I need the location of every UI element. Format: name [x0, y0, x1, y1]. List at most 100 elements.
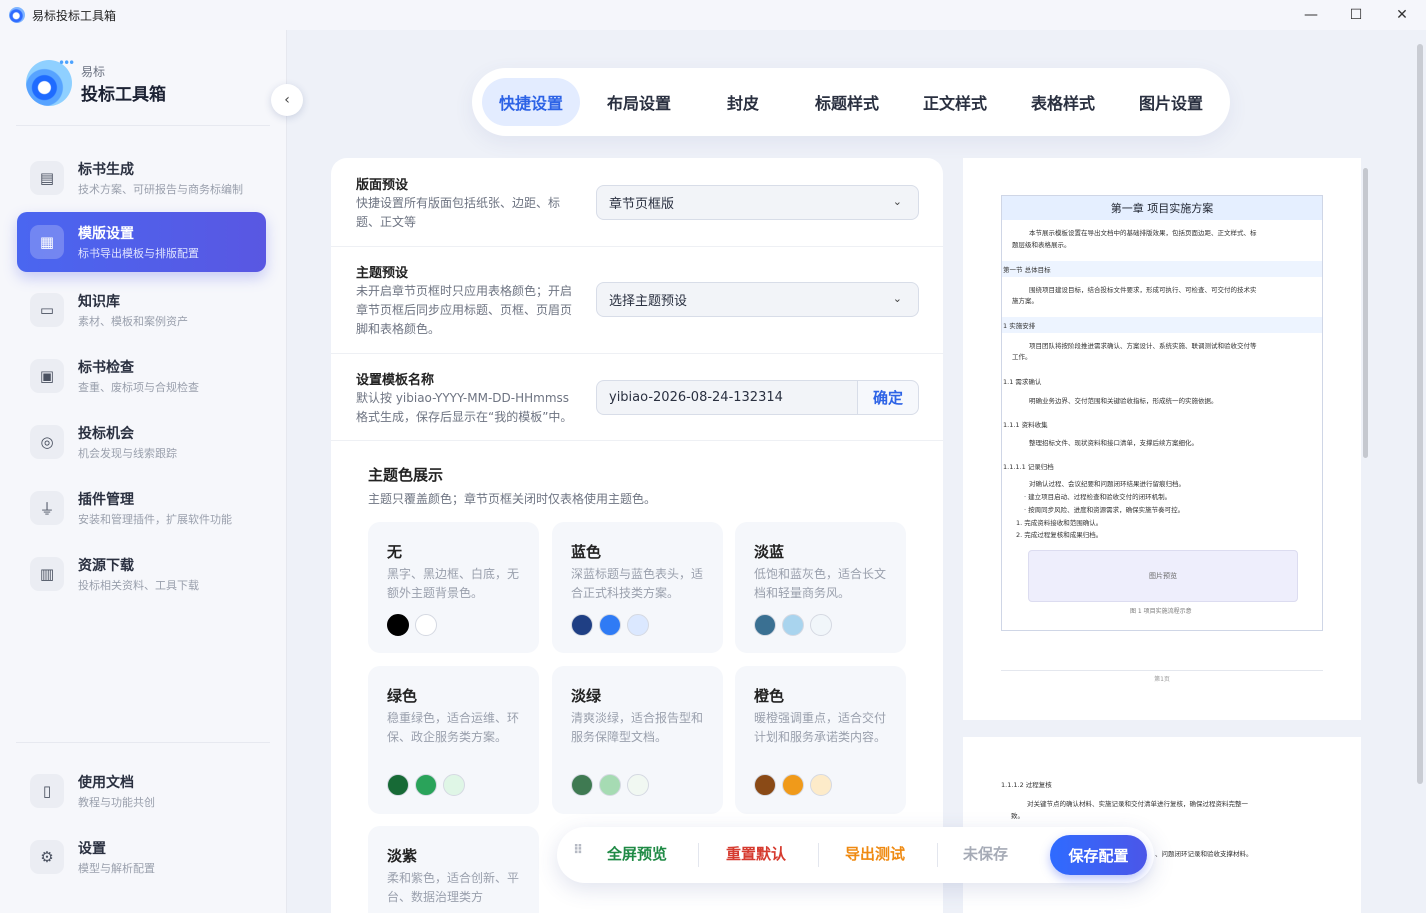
color-swatch: [627, 774, 649, 796]
chevron-down-icon: ⌄: [892, 195, 902, 208]
sidebar-divider: [16, 125, 270, 126]
color-swatch: [415, 774, 437, 796]
theme-card-blue[interactable]: 蓝色 深蓝标题与蓝色表头，适合正式科技类方案。: [552, 522, 723, 653]
title-bar: 易标投标工具箱 — ☐ ✕: [0, 0, 1426, 30]
save-status: 未保存: [963, 845, 1009, 863]
sidebar-item-bid-opportunities[interactable]: ◎ 投标机会 机会发现与线索跟踪: [17, 412, 266, 472]
preview-line: 1.1.1 资料收集: [1003, 421, 1048, 429]
theme-name: 绿色: [387, 687, 418, 705]
sidebar-item-sub: 素材、模板和案例资产: [78, 315, 188, 328]
reset-default-button[interactable]: 重置默认: [726, 843, 786, 864]
sidebar-item-label: 资源下载: [78, 558, 134, 574]
save-config-button[interactable]: 保存配置: [1050, 835, 1147, 875]
theme-card-light-blue[interactable]: 淡蓝 低饱和蓝灰色，适合长文档和轻量商务风。: [735, 522, 906, 653]
theme-preset-select[interactable]: 选择主题预设 ⌄: [596, 282, 919, 317]
tab-heading-style[interactable]: 标题样式: [798, 78, 896, 126]
preview-line: · 建立项目启动、过程检查和验收交付的闭环机制。: [1024, 493, 1172, 501]
preview-line: 致。: [1011, 812, 1024, 820]
theme-preset-title: 主题预设: [356, 266, 409, 281]
archive-icon: ▭: [30, 293, 64, 327]
template-name-input[interactable]: yibiao-2026-08-24-132314: [596, 380, 858, 415]
sidebar-item-template-settings[interactable]: ▦ 模版设置 标书导出模板与排版配置: [17, 212, 266, 272]
brand-small: 易标: [81, 65, 106, 79]
action-divider: [698, 843, 699, 867]
maximize-button[interactable]: ☐: [1333, 0, 1379, 30]
sidebar-item-docs[interactable]: ▯ 使用文档 教程与功能共创: [17, 761, 266, 821]
theme-name: 淡紫: [387, 847, 418, 865]
quick-settings-panel: 版面预设 快捷设置所有版面包括纸张、边距、标题、正文等 章节页框版 ⌄ 主题预设…: [331, 158, 943, 913]
tab-body-style[interactable]: 正文样式: [906, 78, 1004, 126]
color-swatch: [754, 614, 776, 636]
tab-table-style[interactable]: 表格样式: [1014, 78, 1112, 126]
color-swatch: [443, 774, 465, 796]
theme-desc: 清爽淡绿，适合报告型和服务保障型文档。: [571, 711, 704, 744]
tab-quick-settings[interactable]: 快捷设置: [482, 78, 580, 126]
theme-card-orange[interactable]: 橙色 暖橙强调重点，适合交付计划和服务承诺类内容。: [735, 666, 906, 814]
sidebar-item-bid-check[interactable]: ▣ 标书检查 查重、废标项与合规检查: [17, 346, 266, 406]
preview-line: 2. 完成过程复核和成果归档。: [1016, 531, 1103, 539]
export-test-button[interactable]: 导出测试: [845, 843, 905, 864]
page-frame: 第一章 项目实施方案 本节展示模板设置在导出文档中的基础排版效果，包括页面边距、…: [1001, 195, 1323, 631]
preview-line: 1.1.1.2 过程复核: [1001, 781, 1052, 789]
sidebar-item-sub: 安装和管理插件，扩展软件功能: [78, 513, 232, 526]
sidebar-item-sub: 查重、废标项与合规检查: [78, 381, 199, 394]
preview-scroll-thumb[interactable]: [1363, 168, 1368, 458]
preview-line: 明确业务边界、交付范围和关键验收指标，形成统一的实施依据。: [1029, 397, 1218, 405]
row-divider: [331, 246, 943, 247]
template-name-title: 设置模板名称: [356, 373, 435, 388]
confirm-button[interactable]: 确定: [857, 380, 919, 415]
color-swatch: [387, 614, 409, 636]
color-swatch: [415, 614, 437, 636]
sidebar-item-sub: 标书导出模板与排版配置: [78, 247, 199, 260]
sidebar-item-sub: 教程与功能共创: [78, 796, 155, 809]
preview-line: 第一节 总体目标: [1003, 266, 1051, 274]
action-bar: ⠿ 全屏预览 重置默认 导出测试 未保存 保存配置: [557, 827, 1154, 883]
sidebar-item-plugins[interactable]: ⏚ 插件管理 安装和管理插件，扩展软件功能: [17, 478, 266, 538]
tab-image-settings[interactable]: 图片设置: [1122, 78, 1220, 126]
tab-layout-settings[interactable]: 布局设置: [590, 78, 688, 126]
layout-preset-select[interactable]: 章节页框版 ⌄: [596, 185, 919, 220]
theme-card-none[interactable]: 无 黑字、黑边框、白底，无额外主题背景色。: [368, 522, 539, 653]
preview-line: · 按周同步风险、进度和资源需求，确保实施节奏可控。: [1024, 506, 1185, 514]
section-band: [1002, 317, 1322, 333]
logo-sparkle-icon: •••: [58, 56, 75, 70]
sidebar-item-label: 模版设置: [78, 226, 134, 242]
chevron-down-icon: ⌄: [892, 292, 902, 305]
image-placeholder: 图片预览: [1028, 550, 1298, 602]
sidebar-item-label: 标书生成: [78, 162, 134, 178]
action-divider: [818, 843, 819, 867]
sidebar-collapse-button[interactable]: ‹: [271, 84, 303, 116]
theme-card-light-green[interactable]: 淡绿 清爽淡绿，适合报告型和服务保障型文档。: [552, 666, 723, 814]
sidebar-item-label: 使用文档: [78, 775, 134, 791]
minimize-button[interactable]: —: [1288, 0, 1334, 30]
page-scroll-thumb[interactable]: [1417, 44, 1423, 784]
chevron-left-icon: ‹: [284, 92, 290, 108]
color-swatch: [571, 774, 593, 796]
check-document-icon: ▣: [30, 359, 64, 393]
preview-line: 1. 完成资料接收和范围确认。: [1016, 519, 1103, 527]
color-swatch: [599, 614, 621, 636]
layout-preset-value: 章节页框版: [609, 197, 675, 212]
preview-line: 、问题闭环记录和验收支撑材料。: [1155, 850, 1253, 858]
sidebar-item-bid-generation[interactable]: ▤ 标书生成 技术方案、可研报告与商务标编制: [17, 148, 266, 208]
color-swatch: [782, 774, 804, 796]
theme-card-light-purple[interactable]: 淡紫 柔和紫色，适合创新、平台、数据治理类方: [368, 826, 539, 913]
sidebar-item-knowledge-base[interactable]: ▭ 知识库 素材、模板和案例资产: [17, 280, 266, 340]
theme-desc: 暖橙强调重点，适合交付计划和服务承诺类内容。: [754, 711, 887, 744]
preview-line: 项目团队将按阶段推进需求确认、方案设计、系统实施、联调测试和验收交付等: [1029, 342, 1257, 350]
plug-icon: ⏚: [30, 491, 64, 525]
sidebar-item-label: 知识库: [78, 294, 120, 310]
theme-card-green[interactable]: 绿色 稳重绿色，适合运维、环保、政企服务类方案。: [368, 666, 539, 814]
gear-icon: ⚙: [30, 840, 64, 874]
sidebar-item-settings[interactable]: ⚙ 设置 模型与解析配置: [17, 827, 266, 887]
theme-desc: 低饱和蓝灰色，适合长文档和轻量商务风。: [754, 567, 887, 600]
tab-cover[interactable]: 封皮: [694, 78, 792, 126]
sidebar-item-label: 设置: [78, 841, 106, 857]
sidebar-item-downloads[interactable]: ▥ 资源下载 投标相关资料、工具下载: [17, 544, 266, 604]
drag-handle-icon[interactable]: ⠿: [573, 843, 583, 858]
preview-line: 整理招标文件、现状资料和接口清单，支撑后续方案细化。: [1029, 439, 1198, 447]
fullscreen-preview-button[interactable]: 全屏预览: [607, 843, 667, 864]
preview-line: 题层级和表格展示。: [1012, 241, 1071, 249]
close-button[interactable]: ✕: [1379, 0, 1425, 30]
preview-line: 1.1 需求确认: [1003, 378, 1042, 386]
